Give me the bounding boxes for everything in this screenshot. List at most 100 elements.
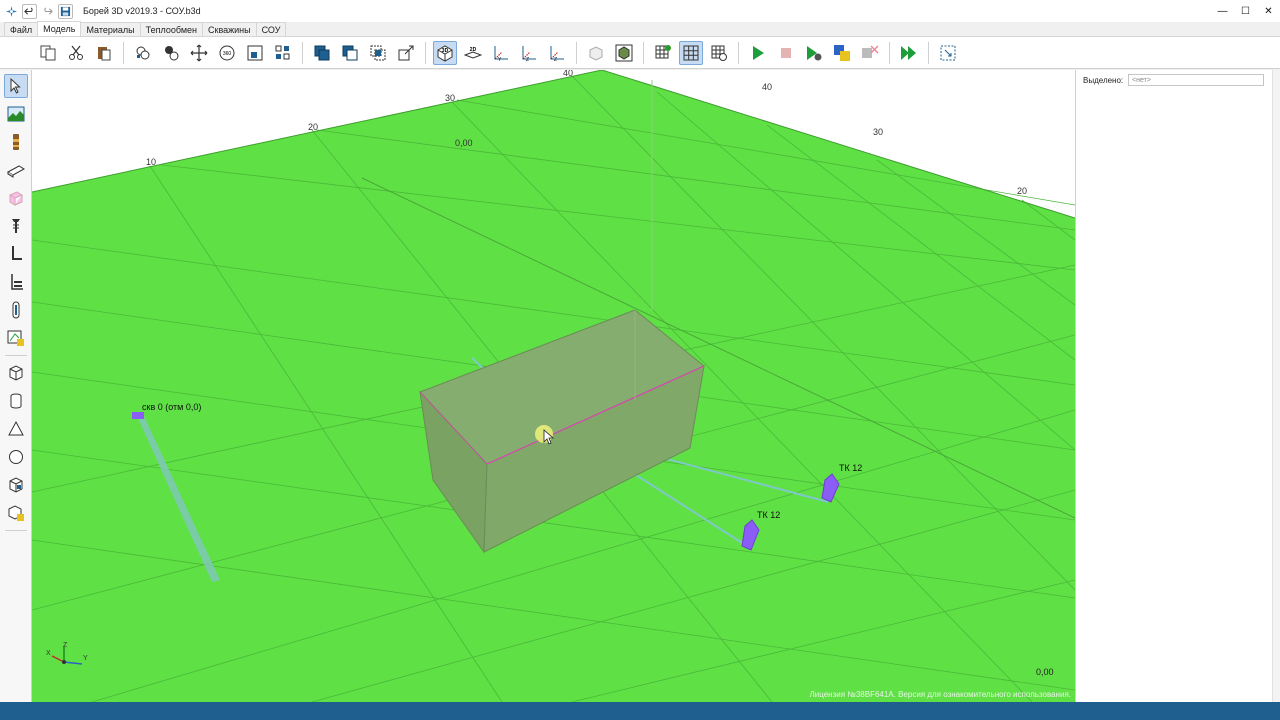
axis-triad-icon: Z Y X — [46, 642, 88, 665]
svg-text:Z: Z — [526, 57, 529, 62]
pile-tool-button[interactable] — [4, 214, 28, 238]
view-3d-button[interactable]: 3D — [433, 40, 457, 65]
select-tool-button[interactable] — [3, 74, 28, 98]
copy-button[interactable] — [36, 41, 60, 65]
show-grid-button[interactable] — [679, 40, 703, 65]
ungroup-objects-button[interactable] — [159, 41, 183, 65]
elevation-label: 0,00 — [455, 138, 473, 148]
grid-label: 40 — [563, 70, 574, 78]
hide-objects-button[interactable] — [584, 41, 608, 65]
run-all-button[interactable] — [897, 41, 921, 65]
move-button[interactable] — [187, 41, 211, 65]
grid-label: 20 — [308, 122, 319, 132]
terrain-tool-button[interactable] — [4, 102, 28, 126]
view-xy-button[interactable]: Y — [489, 41, 513, 65]
boolean-subtract-button[interactable] — [338, 41, 362, 65]
grid-label: 30 — [873, 127, 884, 137]
select-region-button[interactable] — [936, 41, 960, 65]
run-button[interactable] — [746, 41, 770, 65]
ribbon-separator — [928, 41, 929, 64]
paste-button[interactable] — [92, 41, 116, 65]
axis-y-label: Y — [83, 655, 88, 662]
3d-viewport[interactable]: 10 20 30 40 40 30 20 0,00 0,00 скв 0 (от… — [32, 70, 1075, 702]
axis-x-label: X — [46, 650, 51, 657]
results-button[interactable] — [830, 41, 854, 65]
scale-button[interactable] — [243, 41, 267, 65]
cylinder-primitive-button[interactable] — [4, 389, 28, 413]
title-bar: Борей 3D v2019.3 - СОУ.b3d — ☐ ✕ — [0, 0, 1280, 22]
status-bar — [0, 702, 1280, 720]
selection-row: Выделено: <нет> — [1083, 74, 1264, 86]
group-objects-button[interactable] — [131, 41, 155, 65]
grid-settings-button[interactable] — [651, 41, 675, 65]
well-label: скв 0 (отм 0,0) — [142, 402, 202, 412]
ribbon-separator — [643, 41, 644, 64]
tab-materials[interactable]: Материалы — [80, 22, 141, 36]
view-xz-button[interactable]: Z — [517, 41, 541, 65]
layer-tool-button[interactable] — [4, 158, 28, 182]
toolbar-separator — [4, 530, 27, 531]
maximize-button[interactable]: ☐ — [1234, 0, 1257, 22]
scene-canvas[interactable] — [32, 70, 1075, 702]
tab-sou[interactable]: СОУ — [255, 22, 287, 36]
grid-label: 30 — [445, 93, 456, 103]
sphere-primitive-button[interactable] — [4, 445, 28, 469]
thermosyphon-tool-button[interactable] — [4, 298, 28, 322]
run-settings-button[interactable] — [802, 41, 826, 65]
svg-text:360: 360 — [223, 51, 232, 57]
selected-label: Выделено: — [1083, 75, 1124, 85]
view-yz-button[interactable]: Z — [545, 41, 569, 65]
rotate-360-button[interactable]: 360 — [215, 41, 239, 65]
clear-results-button[interactable] — [858, 41, 882, 65]
svg-text:Z: Z — [554, 57, 557, 62]
foundation-tool-button[interactable] — [4, 186, 28, 210]
view-3d-label: 3D — [442, 48, 449, 54]
app-logo-icon[interactable] — [4, 3, 19, 19]
ribbon-separator — [738, 41, 739, 64]
cut-button[interactable] — [64, 41, 88, 65]
elevation-readout: 0,00 — [1036, 667, 1054, 677]
well-label: ТК 12 — [757, 510, 781, 520]
properties-panel: Выделено: <нет> — [1075, 70, 1280, 702]
undo-button[interactable] — [22, 3, 37, 19]
material-assign-button[interactable] — [4, 326, 28, 350]
tab-model[interactable]: Модель — [37, 21, 82, 36]
view-2d-label: 2D — [470, 47, 477, 53]
quick-access-toolbar — [0, 3, 73, 19]
toolbar-separator — [4, 355, 27, 356]
grid-label: 40 — [762, 82, 773, 92]
stop-button[interactable] — [774, 41, 798, 65]
grid-label: 10 — [146, 157, 157, 167]
multilayer-tool-button[interactable] — [4, 270, 28, 294]
view-2d-button[interactable]: 2D — [461, 41, 485, 65]
panel-scrollbar[interactable] — [1272, 70, 1280, 702]
grid-options-button[interactable] — [707, 41, 731, 65]
minimize-button[interactable]: — — [1211, 0, 1234, 22]
custom-body-button[interactable] — [4, 473, 28, 497]
selected-value-field[interactable]: <нет> — [1128, 74, 1264, 86]
soil-column-button[interactable] — [4, 130, 28, 154]
window-controls: — ☐ ✕ — [1211, 0, 1280, 22]
ribbon-separator — [123, 41, 124, 64]
tab-heat-exchange[interactable]: Теплообмен — [139, 22, 204, 36]
boolean-intersect-button[interactable] — [366, 41, 390, 65]
show-objects-button[interactable] — [612, 41, 636, 65]
prism-primitive-button[interactable] — [4, 417, 28, 441]
extend-button[interactable] — [394, 41, 418, 65]
close-button[interactable]: ✕ — [1257, 0, 1280, 22]
window-title: Борей 3D v2019.3 - СОУ.b3d — [83, 6, 201, 16]
menu-bar: Файл Модель Материалы Теплообмен Скважин… — [0, 21, 1280, 37]
boolean-union-button[interactable] — [310, 41, 334, 65]
well-label: ТК 12 — [839, 463, 863, 473]
ribbon-separator — [576, 41, 577, 64]
save-button[interactable] — [58, 3, 73, 19]
box-primitive-button[interactable] — [4, 361, 28, 385]
tab-wells[interactable]: Скважины — [202, 22, 257, 36]
ribbon-separator — [302, 41, 303, 64]
redo-button[interactable] — [40, 3, 55, 19]
body-material-button[interactable] — [4, 501, 28, 525]
array-button[interactable] — [271, 41, 295, 65]
app-window: Борей 3D v2019.3 - СОУ.b3d — ☐ ✕ Файл Мо… — [0, 0, 1280, 720]
tab-file[interactable]: Файл — [4, 22, 39, 36]
pipe-tool-button[interactable] — [4, 242, 28, 266]
